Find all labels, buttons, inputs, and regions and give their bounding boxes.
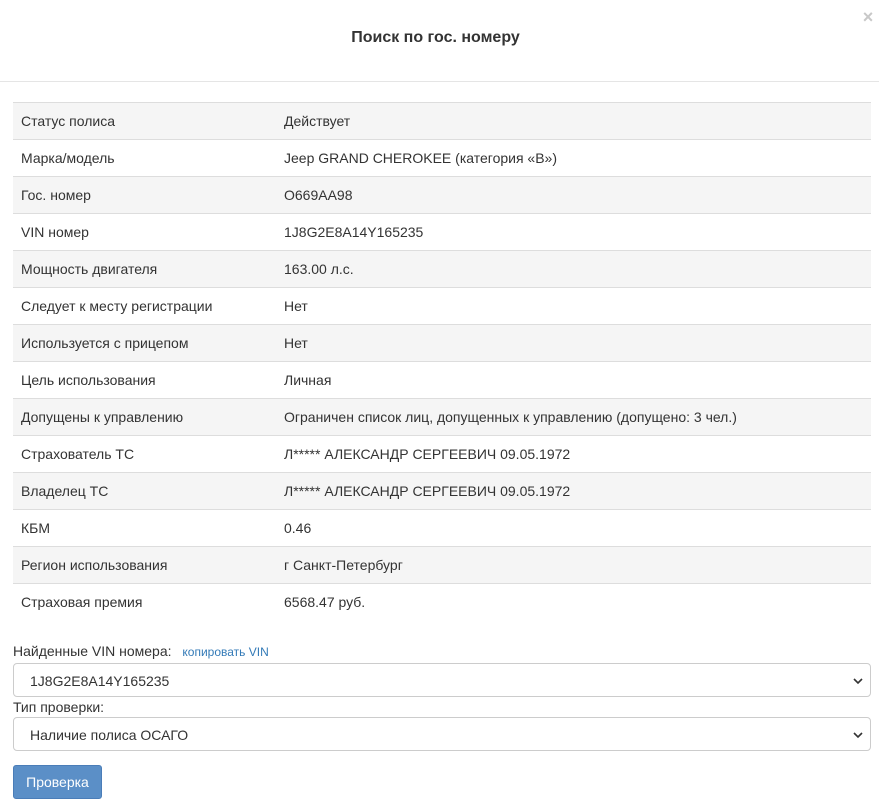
detail-value: 0.46 — [276, 509, 871, 547]
search-by-plate-modal: Поиск по гос. номеру × Статус полиса Дейс… — [0, 0, 879, 806]
chevron-down-icon — [853, 732, 863, 739]
detail-label: Цель использования — [13, 361, 276, 399]
table-row: Цель использования Личная — [13, 361, 871, 399]
detail-label: VIN номер — [13, 213, 276, 251]
detail-value: Личная — [276, 361, 871, 399]
copy-vin-link[interactable]: копировать VIN — [182, 643, 268, 661]
detail-label: Марка/модель — [13, 139, 276, 177]
close-icon[interactable]: × — [861, 8, 875, 26]
modal-header: Поиск по гос. номеру × — [0, 0, 879, 82]
table-row: Мощность двигателя 163.00 л.с. — [13, 250, 871, 288]
policy-details-table: Статус полиса Действует Марка/модель Jeep G… — [13, 102, 871, 621]
vin-label-row: Найденные VIN номера: копировать VIN — [13, 642, 269, 660]
detail-label: Гос. номер — [13, 176, 276, 214]
detail-label: Страхователь ТС — [13, 435, 276, 473]
table-row: КБМ 0.46 — [13, 509, 871, 547]
detail-value: О669АА98 — [276, 176, 871, 214]
table-row: Регион использования г Санкт-Петербург — [13, 546, 871, 584]
modal-title: Поиск по гос. номеру — [351, 29, 520, 46]
table-row: Владелец ТС Л***** АЛЕКСАНДР СЕРГЕЕВИЧ 09… — [13, 472, 871, 510]
table-row: Статус полиса Действует — [13, 102, 871, 140]
detail-label: Допущены к управлению — [13, 398, 276, 436]
table-row: Используется с прицепом Нет — [13, 324, 871, 362]
check-button[interactable]: Проверка — [13, 765, 102, 799]
detail-value: г Санкт-Петербург — [276, 546, 871, 584]
detail-value: 6568.47 руб. — [276, 583, 871, 621]
detail-label: Мощность двигателя — [13, 250, 276, 288]
detail-label: Владелец ТС — [13, 472, 276, 510]
detail-value: Нет — [276, 287, 871, 325]
table-row: Страховая премия 6568.47 руб. — [13, 583, 871, 621]
detail-label: Страховая премия — [13, 583, 276, 621]
vin-select-label: Найденные VIN номера: — [13, 643, 172, 659]
vin-select-value: 1J8G2E8A14Y165235 — [30, 673, 170, 689]
detail-value: 1J8G2E8A14Y165235 — [276, 213, 871, 251]
table-row: Гос. номер О669АА98 — [13, 176, 871, 214]
detail-value: Действует — [276, 102, 871, 140]
detail-value: Л***** АЛЕКСАНДР СЕРГЕЕВИЧ 09.05.1972 — [276, 472, 871, 510]
detail-value: Л***** АЛЕКСАНДР СЕРГЕЕВИЧ 09.05.1972 — [276, 435, 871, 473]
table-row: Следует к месту регистрации Нет — [13, 287, 871, 325]
check-type-select[interactable]: Наличие полиса ОСАГО — [13, 717, 871, 751]
table-row: Допущены к управлению Ограничен список ли… — [13, 398, 871, 436]
detail-value: Jeep GRAND CHEROKEE (категория «B») — [276, 139, 871, 177]
vin-select[interactable]: 1J8G2E8A14Y165235 — [13, 663, 871, 697]
table-row: Марка/модель Jeep GRAND CHEROKEE (категор… — [13, 139, 871, 177]
detail-value: Ограничен список лиц, допущенных к управ… — [276, 398, 871, 436]
check-type-select-value: Наличие полиса ОСАГО — [30, 727, 189, 743]
detail-value: 163.00 л.с. — [276, 250, 871, 288]
detail-label: Статус полиса — [13, 102, 276, 140]
check-type-label: Тип проверки: — [13, 699, 105, 715]
chevron-down-icon — [853, 678, 863, 685]
detail-label: Регион использования — [13, 546, 276, 584]
detail-label: Используется с прицепом — [13, 324, 276, 362]
detail-label: КБМ — [13, 509, 276, 547]
table-row: Страхователь ТС Л***** АЛЕКСАНДР СЕРГЕЕВИ… — [13, 435, 871, 473]
table-row: VIN номер 1J8G2E8A14Y165235 — [13, 213, 871, 251]
detail-label: Следует к месту регистрации — [13, 287, 276, 325]
detail-value: Нет — [276, 324, 871, 362]
check-type-label-row: Тип проверки: — [13, 698, 104, 716]
